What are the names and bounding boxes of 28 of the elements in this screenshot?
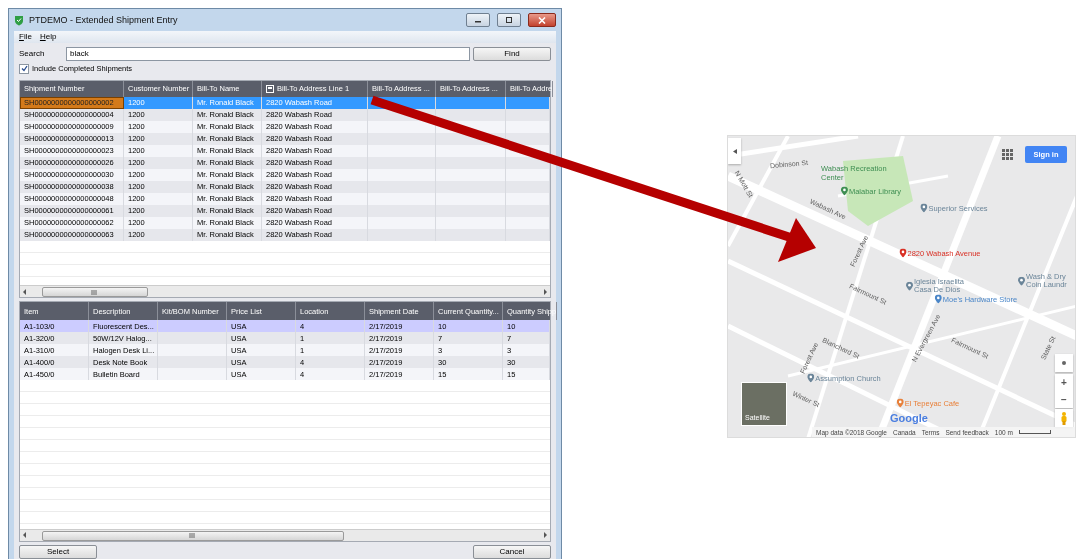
search-field[interactable]: black <box>66 46 470 61</box>
app-shield-icon <box>14 14 24 26</box>
search-label: Search <box>19 49 46 59</box>
scale-bar <box>1018 430 1051 434</box>
horizontal-scrollbar[interactable] <box>20 285 550 298</box>
scroll-thumb[interactable] <box>42 531 344 541</box>
caret-left-icon <box>732 148 737 154</box>
menu-item[interactable]: Help <box>39 32 57 42</box>
zoom-out-button[interactable]: − <box>1055 391 1073 408</box>
map-logo: Google <box>890 412 928 424</box>
zoom-in-button[interactable]: + <box>1055 374 1073 391</box>
apps-grid-icon[interactable] <box>1002 149 1013 160</box>
checkbox[interactable] <box>19 63 29 74</box>
minimize-button[interactable] <box>466 13 490 27</box>
close-button[interactable] <box>528 13 556 27</box>
window-title: PTDEMO - Extended Shipment Entry <box>29 15 179 25</box>
collapse-button[interactable] <box>728 138 741 164</box>
maximize-icon <box>505 17 513 23</box>
location-dot-icon <box>1061 360 1067 366</box>
close-icon <box>538 16 546 24</box>
scroll-thumb[interactable] <box>42 287 148 298</box>
dialog-button[interactable]: Select <box>19 545 97 559</box>
maximize-button[interactable] <box>497 13 521 27</box>
person-icon <box>1061 411 1067 425</box>
find-button[interactable]: Find <box>473 46 551 61</box>
my-location-button[interactable] <box>1055 354 1073 372</box>
dialog-button[interactable]: Cancel <box>473 545 551 559</box>
menu-item[interactable]: File <box>19 32 32 42</box>
